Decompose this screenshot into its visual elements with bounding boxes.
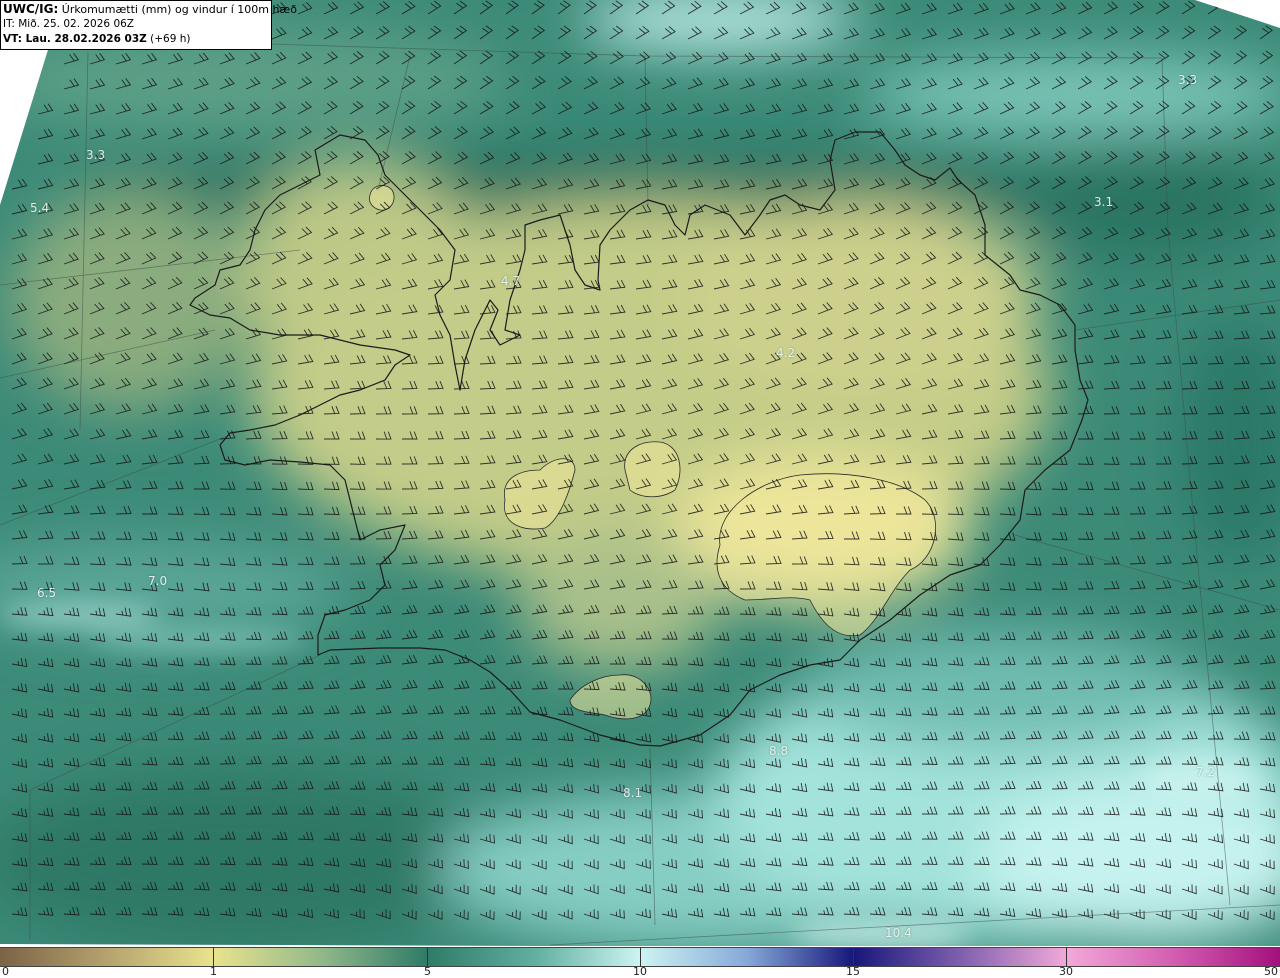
precip-label: 5.4 (30, 201, 50, 215)
weather-map[interactable] (0, 0, 1280, 946)
lead-time: (+69 h) (150, 33, 191, 45)
precip-label: 3.3 (1178, 73, 1198, 87)
model-name: UWC/IG: (3, 2, 59, 16)
colorbar-tick (640, 947, 641, 967)
colorbar-label: 1 (210, 965, 217, 978)
colorbar-label: 50 (1264, 965, 1278, 978)
valid-time-line: VT: Lau. 28.02.2026 03Z (+69 h) (3, 32, 269, 47)
map-info-box: UWC/IG: Úrkomumætti (mm) og vindur í 100… (0, 0, 297, 50)
colorbar-label: 5 (424, 965, 431, 978)
init-time: IT: Mið. 25. 02. 2026 06Z (3, 18, 134, 30)
precip-label: 7.2 (1196, 765, 1216, 779)
colorbar-label: 10 (633, 965, 647, 978)
precip-label: 6.5 (37, 586, 57, 600)
map-title-line: UWC/IG: Úrkomumætti (mm) og vindur í 100… (3, 2, 297, 17)
colorbar-label: 0 (2, 965, 9, 978)
precip-label: 4.7 (501, 274, 521, 288)
precipitation-field (0, 0, 1280, 946)
precip-label: 8.8 (769, 744, 789, 758)
map-title: Úrkomumætti (mm) og vindur í 100m hæð (61, 3, 297, 16)
colorbar-tick (853, 947, 854, 967)
colorbar-tick (427, 947, 428, 967)
precip-label: 3.3 (86, 148, 106, 162)
colorbar-label: 30 (1059, 965, 1073, 978)
colorbar-tick (213, 947, 214, 967)
colorbar-tick (1066, 947, 1067, 967)
precip-label: 4.2 (776, 346, 796, 360)
precip-label: 7.0 (148, 574, 168, 588)
precip-label: 8.1 (623, 786, 643, 800)
precip-label: 3.1 (1094, 195, 1114, 209)
valid-time: VT: Lau. 28.02.2026 03Z (3, 33, 147, 45)
precip-label: 10.4 (885, 926, 912, 940)
colorbar-label: 15 (846, 965, 860, 978)
